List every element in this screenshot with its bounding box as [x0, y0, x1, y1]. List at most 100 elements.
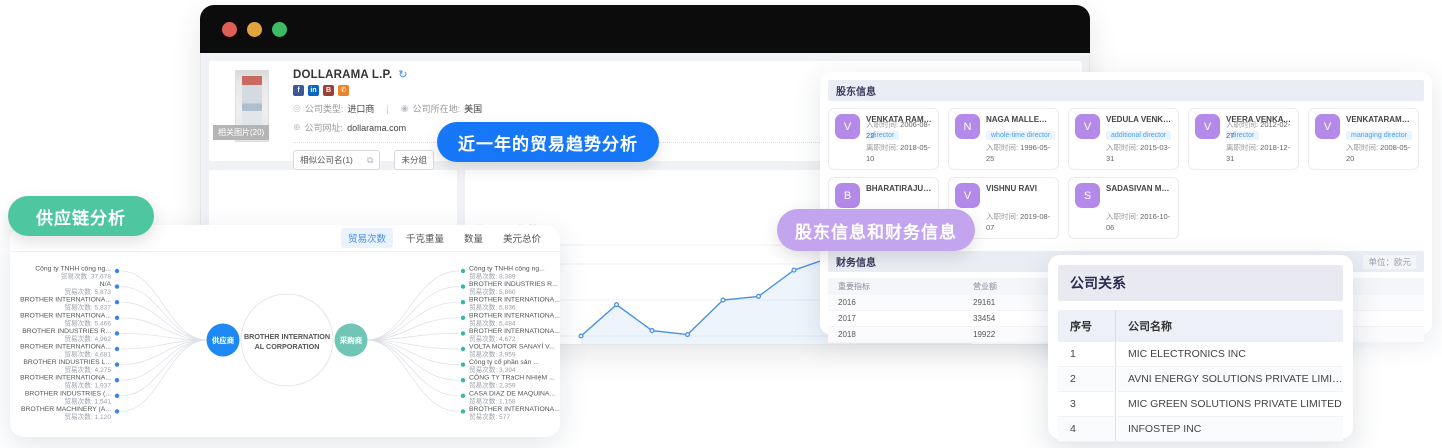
buyer-trade-count: 贸易次数: 3,394 — [469, 365, 516, 374]
supplier-trade-count: 贸易次数: 4,962 — [64, 334, 111, 343]
supply-tab-1[interactable]: 千克重量 — [399, 228, 451, 248]
shareholder-card: N NAGA MALLESWARA R... whole-time directo… — [948, 108, 1059, 170]
shareholder-avatar: V — [835, 114, 860, 139]
relations-table-header: 序号 公司名称 — [1058, 310, 1343, 342]
supplier-trade-count: 贸易次数: 1,937 — [64, 381, 111, 390]
buyer-name: VOLTA MOTOR SANAYİ V... — [469, 342, 555, 351]
shareholder-avatar: S — [1075, 183, 1100, 208]
supplier-name: BROTHER INTERNATIONA... — [20, 375, 111, 382]
company-relations-panel: 公司关系 序号 公司名称 1 MIC ELECTRONICS INC 2 AVNI E… — [1048, 255, 1353, 442]
shareholder-finance-callout: 股东信息和财务信息 — [777, 209, 975, 251]
supplier-name: BROTHER INDUSTRIES R... — [22, 328, 111, 335]
buyer-trade-count: 贸易次数: 5,836 — [469, 303, 516, 312]
buyer-name: CÔNG TY TRáCH NHIệM ... — [469, 373, 555, 382]
supplier-trade-count: 贸易次数: 37,678 — [61, 272, 112, 281]
buyer-name: BROTHER INTERNATIONA... — [469, 406, 560, 413]
location-icon: ◉ — [400, 103, 409, 113]
group-select[interactable]: 未分组 — [394, 150, 434, 170]
shareholder-card: V VENKATA RAM ATLURIdirector入职时间: 2006-0… — [828, 108, 939, 170]
shareholder-avatar: V — [1315, 114, 1340, 139]
supply-tab-2[interactable]: 数量 — [457, 228, 490, 248]
shareholder-role-badge: whole-time director — [986, 131, 1056, 140]
buyer-name: Công ty cổ phần sản ... — [469, 357, 539, 366]
buyer-name: Công ty TNHH công ng... — [469, 266, 545, 273]
supply-chain-panel: Công ty TNHH công ng... 贸易次数: 37,678 N/A 贸易… — [10, 225, 560, 437]
supply-chain-network-diagram: Công ty TNHH công ng...贸易次数: 37,678N/A贸易… — [20, 266, 560, 421]
similar-company-select[interactable]: 相似公司名(1) ⧉ — [293, 150, 381, 170]
buyer-name: BROTHER INTERNATIONA... — [469, 297, 560, 304]
buyer-name: CASA DIAZ DE MAQUINA... — [469, 390, 555, 397]
supplier-trade-count: 贸易次数: 4,275 — [64, 365, 111, 374]
relation-row[interactable]: 3 MIC GREEN SOLUTIONS PRIVATE LIMITED — [1058, 392, 1343, 417]
shareholder-dates: 入职时间: 1996-05-25 — [986, 142, 1051, 163]
supply-tab-3[interactable]: 美元总价 — [496, 228, 548, 248]
supplier-trade-count: 贸易次数: 4,681 — [64, 350, 111, 359]
buyer-trade-count: 贸易次数: 8,389 — [469, 272, 516, 281]
shareholder-avatar: N — [955, 114, 980, 139]
supplier-name: BROTHER INDUSTRIES (... — [25, 390, 111, 397]
buyer-trade-count: 贸易次数: 5,860 — [469, 287, 516, 296]
shareholder-dates: 入职时间: 2012-02-27 离职时间: 2018-12-31 — [1226, 120, 1291, 163]
supplier-name: BROTHER INTERNATIONA... — [20, 297, 111, 304]
svg-text:BROTHER INTERNATION: BROTHER INTERNATION — [244, 332, 330, 341]
related-images-tag[interactable]: 相关图片(20) — [213, 125, 270, 140]
buyer-trade-count: 贸易次数: 3,959 — [469, 350, 516, 359]
browser-title-bar — [200, 5, 1090, 53]
supplier-name: N/A — [100, 281, 112, 288]
shareholder-card: V VENKATARAMANA MAG... managing director 入… — [1308, 108, 1419, 170]
shareholder-dates: 入职时间: 2008-05-20 — [1346, 142, 1411, 163]
shareholder-name: BHARATIRAJU VEGIRAJU — [866, 184, 932, 193]
shareholder-avatar: V — [1075, 114, 1100, 139]
shareholder-section-header: 股东信息 — [828, 80, 1424, 101]
shareholder-dates: 入职时间: 2006-08-22 离职时间: 2018-05-10 — [866, 120, 931, 163]
finance-col-header: 营业额 — [973, 282, 997, 291]
phone-icon[interactable]: ✆ — [338, 85, 349, 96]
supplier-trade-count: 贸易次数: 5,466 — [64, 318, 111, 327]
refresh-icon[interactable]: ↻ — [398, 69, 407, 81]
supply-tab-0[interactable]: 贸易次数 — [340, 228, 393, 248]
minimize-window-icon[interactable] — [247, 21, 262, 37]
buyer-name: BROTHER INTERNATIONA... — [469, 328, 560, 335]
company-type-value: 进口商 — [347, 104, 375, 114]
facebook-icon[interactable]: f — [293, 85, 304, 96]
finance-col-header: 重要指标 — [838, 282, 870, 291]
shareholder-card: V VEERA VENKATA SATYA...director入职时间: 20… — [1188, 108, 1299, 170]
supplier-trade-count: 贸易次数: 1,541 — [64, 396, 111, 405]
blog-icon[interactable]: B — [323, 85, 334, 96]
screenshot-stage: 相关图片(20) DOLLARAMA L.P. ↻ f in B ✆ ◎ 公司类型… — [0, 0, 1442, 448]
shareholder-card: S SADASIVAN MURALIKR... 入职时间: 2016-10-06 — [1068, 177, 1179, 239]
shareholder-dates: 入职时间: 2019-08-07 — [986, 211, 1051, 232]
shareholder-cards-row-1: V VENKATA RAM ATLURIdirector入职时间: 2006-0… — [828, 108, 1424, 170]
shareholder-dates: 入职时间: 2015-03-31 — [1106, 142, 1171, 163]
relation-row[interactable]: 2 AVNI ENERGY SOLUTIONS PRIVATE LIMITED — [1058, 367, 1343, 392]
buyer-trade-count: 贸易次数: 577 — [469, 412, 510, 421]
shareholder-avatar: B — [835, 183, 860, 208]
shareholder-name: VENKATARAMANA MAG... — [1346, 115, 1412, 124]
relations-table: 序号 公司名称 1 MIC ELECTRONICS INC 2 AVNI ENERGY… — [1058, 310, 1343, 442]
shareholder-name: SADASIVAN MURALIKR... — [1106, 184, 1172, 193]
svg-text:AL CORPORATION: AL CORPORATION — [255, 342, 320, 351]
relations-title: 公司关系 — [1058, 265, 1343, 301]
shareholder-name: VEDULA VENKATA RAM... — [1106, 115, 1172, 124]
shareholder-avatar: V — [1195, 114, 1220, 139]
currency-unit-badge: 单位：欧元 — [1363, 254, 1416, 269]
website-icon: ⊕ — [293, 122, 301, 132]
buyer-trade-count: 贸易次数: 4,672 — [469, 334, 516, 343]
relation-row[interactable]: 4 INFOSTEP INC — [1058, 417, 1343, 442]
shareholder-name: NAGA MALLESWARA R... — [986, 115, 1052, 124]
supplier-name: BROTHER INTERNATIONA... — [20, 312, 111, 319]
close-window-icon[interactable] — [222, 21, 237, 37]
shareholder-card: V VEDULA VENKATA RAM... additional direct… — [1068, 108, 1179, 170]
supplier-name: BROTHER INTERNATIONA... — [20, 344, 111, 351]
shareholder-dates: 入职时间: 2016-10-06 — [1106, 211, 1171, 232]
linkedin-icon[interactable]: in — [308, 85, 319, 96]
svg-text:采购商: 采购商 — [339, 336, 363, 345]
calendar-icon: ⧉ — [366, 154, 374, 165]
company-location-value: 美国 — [464, 104, 483, 114]
product-image[interactable]: 相关图片(20) — [213, 70, 270, 142]
company-website-link[interactable]: dollarama.com — [347, 123, 406, 133]
shareholder-avatar: V — [955, 183, 980, 208]
maximize-window-icon[interactable] — [272, 21, 287, 37]
supplier-trade-count: 贸易次数: 5,873 — [64, 287, 111, 296]
relation-row[interactable]: 1 MIC ELECTRONICS INC — [1058, 342, 1343, 367]
